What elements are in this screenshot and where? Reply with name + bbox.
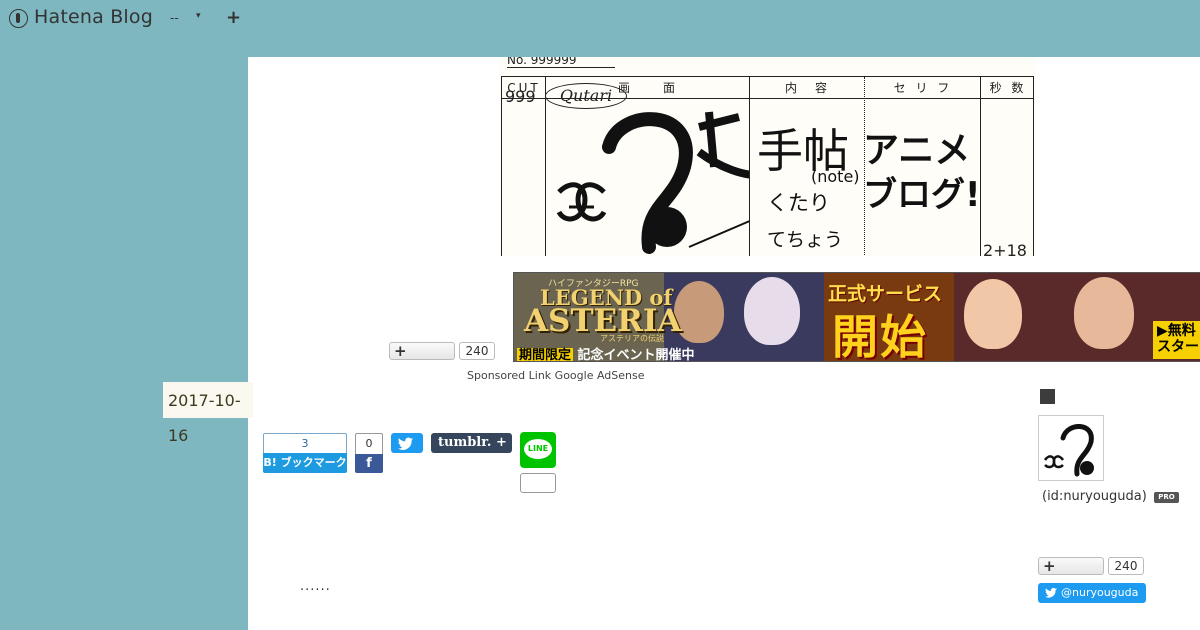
subscriber-count: 240 [459,342,495,360]
seconds-value: 2+18 [983,241,1027,256]
blog-header-image[interactable]: No. 999999 CUT 画 面 内 容 セ リ フ 秒 数 999 Qut… [499,57,1036,256]
app-title[interactable]: Hatena Blog [34,6,153,28]
avatar[interactable] [1038,415,1104,481]
ad-character-image [744,277,800,345]
sponsored-label: Sponsored Link Google AdSense [467,369,645,382]
qutari-logo: Qutari [545,83,627,109]
reading-kutari: くたり [767,191,830,215]
twitter-bird-icon [398,437,413,450]
subscribe-button[interactable]: + [389,342,455,360]
global-header: Hatena Blog -- ▾ + [0,0,1200,38]
note-english: (note) [811,167,860,186]
blog-text: ブログ! [863,175,981,215]
ad-banner[interactable]: ハイファンタジーRPG LEGEND of ASTERIA アステリアの伝説 期… [513,272,1200,362]
facebook-share-button[interactable]: 0 f [355,433,383,473]
anime-text: アニメ [863,130,971,171]
plus-icon: + [394,342,407,360]
ad-event-rest: 記念イベント開催中 [573,348,695,362]
entry-excerpt: ...... [300,579,331,594]
hatena-logo-icon[interactable] [9,9,28,28]
ad-start-text: 開始 [832,310,928,362]
storyboard-number: No. 999999 [507,57,615,68]
ad-cta-button[interactable]: ▶無料 スター [1153,321,1200,359]
note-logo-icon [556,111,749,254]
divider [545,77,546,256]
blog-switcher-label[interactable]: -- [170,11,179,25]
ad-event-highlight: 期間限定 [517,348,574,362]
bookmark-count[interactable]: 3 [263,433,347,453]
subscribe-button-sidebar[interactable]: + [1038,557,1104,575]
col-seconds: 秒 数 [989,81,1027,95]
profile-logo-icon [1043,424,1094,477]
twitter-bird-icon [1044,587,1058,598]
twitter-share-button[interactable] [391,433,423,453]
col-dialogue: セ リ フ [893,81,953,95]
subscriber-count-sidebar: 240 [1108,557,1144,575]
hatena-bookmark-button[interactable]: 3 B! ブックマーク [263,433,347,473]
square-icon [1040,389,1055,404]
ad-subtitle: アステリアの伝説 [600,334,664,343]
facebook-count: 0 [355,433,383,454]
ad-character-image [674,281,724,343]
add-post-button[interactable]: + [226,7,241,28]
chevron-down-icon[interactable]: ▾ [196,11,201,21]
line-count [520,473,556,493]
ad-character-image [1074,277,1134,349]
divider [749,77,750,256]
pro-badge: PRO [1154,492,1179,503]
bookmark-label[interactable]: B! ブックマーク [263,453,347,473]
twitter-follow-button[interactable]: @nuryouguda [1038,583,1146,603]
ad-character-image [964,279,1022,349]
twitter-handle: @nuryouguda [1061,586,1139,599]
profile-id[interactable]: (id:nuryouguda) [1042,489,1147,504]
tumblr-share-button[interactable]: tumblr. + [431,433,512,453]
line-icon: LINE [524,439,552,459]
facebook-icon[interactable]: f [355,454,383,473]
col-content: 内 容 [784,81,830,95]
ad-event-text: 期間限定 記念イベント開催中 [517,344,695,361]
reading-techou: てちょう [767,229,844,251]
entry-date-day[interactable]: 16 [168,426,188,445]
cut-number: 999 [505,87,536,106]
plus-icon: + [1043,557,1056,575]
entry-date[interactable]: 2017-10- [163,382,253,418]
line-share-button[interactable]: LINE [520,432,556,468]
